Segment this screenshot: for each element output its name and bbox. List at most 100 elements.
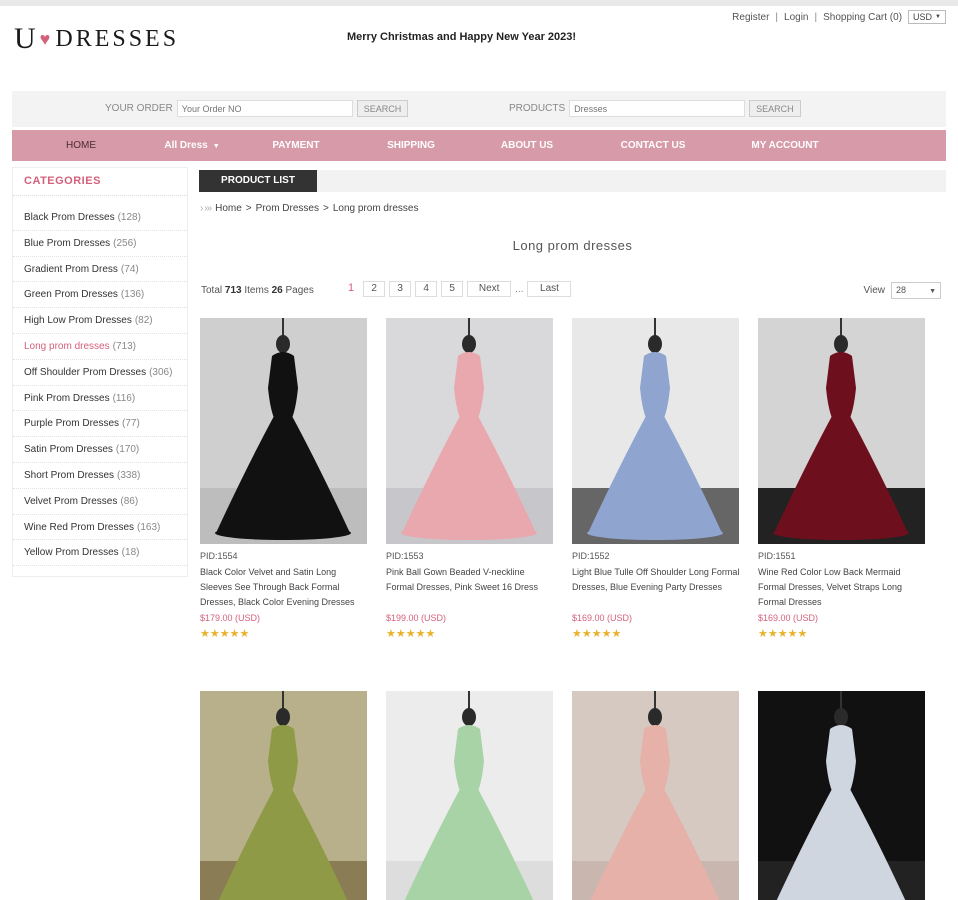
categories-title: CATEGORIES [13, 168, 187, 196]
product-price: $179.00 (USD) [200, 613, 261, 623]
category-count: (338) [117, 469, 141, 481]
nav-shipping[interactable]: SHIPPING [374, 130, 448, 161]
register-link[interactable]: Register [732, 12, 769, 23]
order-number-input[interactable] [176, 100, 353, 117]
sidebar-category-item[interactable]: Velvet Prom Dresses (86) [13, 489, 187, 515]
sidebar-category-item[interactable]: Satin Prom Dresses (170) [13, 437, 187, 463]
product-image-svg [200, 691, 367, 900]
category-name: Black Prom Dresses [24, 212, 115, 223]
total-pages: 26 [271, 285, 283, 296]
view-control: View 28 ▼ [863, 282, 941, 299]
nav-my-account[interactable]: MY ACCOUNT [742, 130, 828, 161]
page-next-link[interactable]: Next [467, 281, 512, 297]
breadcrumb-current: Long prom dresses [332, 203, 419, 214]
order-search-button[interactable]: SEARCH [356, 100, 409, 117]
category-name: Pink Prom Dresses [24, 392, 110, 404]
page-2-link[interactable]: 2 [363, 281, 386, 297]
sidebar-category-item[interactable]: Pink Prom Dresses (116) [13, 386, 187, 412]
product-card[interactable]: PID:1551 Wine Red Color Low Back Mermaid … [758, 318, 926, 640]
product-search-button[interactable]: SEARCH [749, 100, 801, 117]
category-list: Black Prom Dresses (128) Blue Prom Dresses… [13, 205, 187, 567]
main-nav: HOME All Dress ▼ PAYMENT SHIPPING ABOUT U… [12, 130, 946, 161]
sidebar-category-item[interactable]: Black Prom Dresses (128) [13, 205, 187, 231]
category-count: (306) [149, 366, 173, 378]
product-image[interactable] [386, 318, 553, 544]
product-image[interactable] [758, 318, 925, 544]
category-count: (163) [137, 521, 161, 533]
total-label: Total [201, 285, 223, 296]
breadcrumb-arrows-icon: › ››› [200, 203, 212, 214]
nav-all-dress[interactable]: All Dress ▼ [152, 130, 232, 161]
product-title-link[interactable]: Pink Ball Gown Beaded V-neckline Formal … [386, 565, 554, 610]
sidebar-category-item[interactable]: High Low Prom Dresses (82) [13, 308, 187, 334]
view-per-page-select[interactable]: 28 ▼ [891, 282, 941, 299]
page-current: 1 [343, 281, 360, 297]
product-card[interactable]: PID:1553 Pink Ball Gown Beaded V-neckline… [386, 318, 554, 640]
category-count: (18) [121, 547, 140, 559]
page-3-link[interactable]: 3 [389, 281, 412, 297]
page-4-link[interactable]: 4 [415, 281, 438, 297]
product-card[interactable] [572, 691, 740, 900]
tab-product-list[interactable]: PRODUCT LIST [199, 170, 317, 192]
product-image-svg [758, 318, 925, 544]
page-last-link[interactable]: Last [527, 281, 572, 297]
link-separator: | [814, 11, 818, 23]
category-name: Yellow Prom Dresses [24, 547, 119, 559]
sidebar-category-item[interactable]: Long prom dresses (713) [13, 334, 187, 360]
holiday-greeting: Merry Christmas and Happy New Year 2023! [347, 31, 577, 43]
product-title-link[interactable]: Light Blue Tulle Off Shoulder Long Forma… [572, 565, 740, 610]
pagination: 1 2 3 4 5 Next ... Last [343, 281, 572, 297]
product-image[interactable] [572, 691, 739, 900]
sidebar-category-item[interactable]: Purple Prom Dresses (77) [13, 411, 187, 438]
categories-sidebar: CATEGORIES Black Prom Dresses (128) Blue P… [12, 167, 188, 577]
nav-home[interactable]: HOME [50, 130, 112, 161]
sidebar-category-item[interactable]: Wine Red Prom Dresses (163) [13, 515, 187, 541]
product-card[interactable]: PID:1552 Light Blue Tulle Off Shoulder Lo… [572, 318, 740, 640]
product-id: PID:1551 [758, 551, 796, 561]
product-card[interactable] [758, 691, 926, 900]
page-5-link[interactable]: 5 [441, 281, 464, 297]
sidebar-category-item[interactable]: Yellow Prom Dresses (18) [13, 540, 187, 567]
sidebar-category-item[interactable]: Blue Prom Dresses (256) [13, 231, 187, 257]
product-image-svg [386, 318, 553, 544]
product-card[interactable]: PID:1554 Black Color Velvet and Satin Lon… [200, 318, 368, 640]
shopping-cart-link[interactable]: Shopping Cart (0) [823, 12, 902, 23]
top-links: Register | Login | Shopping Cart (0) USD… [732, 10, 946, 24]
product-image[interactable] [386, 691, 553, 900]
product-image[interactable] [200, 318, 367, 544]
sidebar-category-item[interactable]: Short Prom Dresses (338) [13, 463, 187, 489]
sidebar-category-item[interactable]: Off Shoulder Prom Dresses (306) [13, 360, 187, 386]
currency-select[interactable]: USD ▼ [908, 10, 946, 24]
sidebar-category-item[interactable]: Green Prom Dresses (136) [13, 282, 187, 309]
category-name: Long prom dresses [24, 340, 110, 352]
breadcrumb-separator: > [323, 203, 329, 214]
product-image[interactable] [758, 691, 925, 900]
caret-down-icon: ▼ [212, 143, 220, 150]
nav-contact-us[interactable]: CONTACT US [610, 130, 696, 161]
category-count: (86) [120, 495, 139, 507]
product-card[interactable] [200, 691, 368, 900]
sidebar-category-item[interactable]: Gradient Prom Dress (74) [13, 257, 187, 283]
product-title-link[interactable]: Black Color Velvet and Satin Long Sleeve… [200, 565, 368, 610]
product-image[interactable] [572, 318, 739, 544]
product-image-svg [758, 691, 925, 900]
currency-value: USD [913, 12, 933, 22]
nav-payment[interactable]: PAYMENT [259, 130, 333, 161]
view-label: View [863, 285, 886, 296]
nav-about-us[interactable]: ABOUT US [490, 130, 564, 161]
product-card[interactable] [386, 691, 554, 900]
breadcrumb-home[interactable]: Home [215, 203, 242, 214]
product-image[interactable] [200, 691, 367, 900]
product-title-link[interactable]: Wine Red Color Low Back Mermaid Formal D… [758, 565, 926, 610]
product-price: $169.00 (USD) [758, 613, 819, 623]
login-link[interactable]: Login [784, 12, 808, 23]
product-search-input[interactable] [569, 100, 746, 117]
site-logo[interactable]: U ♥ DRESSES [14, 22, 179, 56]
category-count: (82) [134, 315, 153, 327]
product-id: PID:1553 [386, 551, 424, 561]
product-image-svg [200, 318, 367, 544]
breadcrumb-prom-dresses[interactable]: Prom Dresses [256, 203, 319, 214]
product-list-tabbar: PRODUCT LIST [199, 170, 946, 192]
category-name: Satin Prom Dresses [24, 444, 113, 456]
product-id: PID:1552 [572, 551, 610, 561]
